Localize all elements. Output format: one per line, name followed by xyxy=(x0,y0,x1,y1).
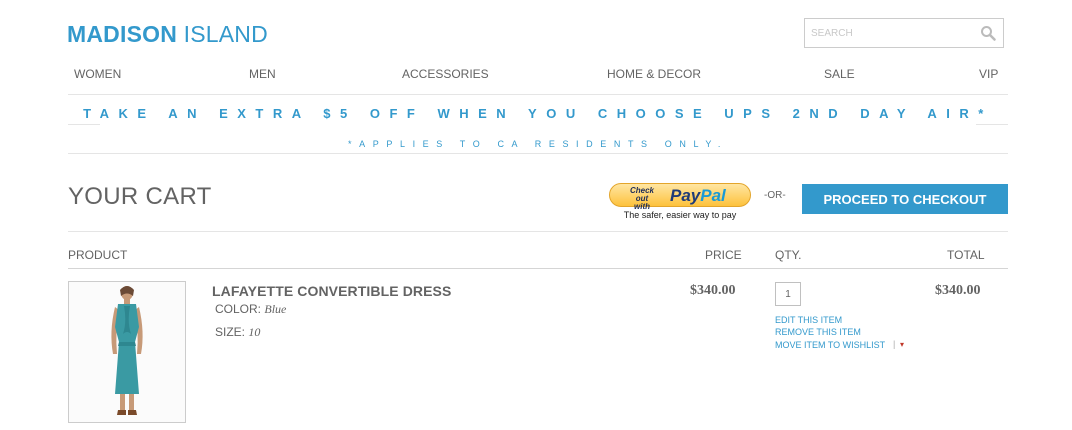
wishlist-dropdown-icon[interactable]: ▾ xyxy=(900,340,904,349)
promo-divider xyxy=(68,153,1008,154)
nav-item-sale[interactable]: SALE xyxy=(824,67,855,81)
search-box xyxy=(804,18,1004,48)
main-nav: WOMEN MEN ACCESSORIES HOME & DECOR SALE … xyxy=(68,67,1008,83)
nav-item-women[interactable]: WOMEN xyxy=(74,67,121,81)
item-total: $340.00 xyxy=(935,283,981,298)
search-icon[interactable] xyxy=(980,25,996,41)
paypal-checkout-button[interactable]: Check out with PayPal xyxy=(609,183,751,211)
page-title: YOUR CART xyxy=(68,183,212,210)
size-value: 10 xyxy=(248,325,261,339)
item-price: $340.00 xyxy=(690,283,736,298)
product-name-link[interactable]: LAFAYETTE CONVERTIBLE DRESS xyxy=(212,283,451,299)
paypal-checkout: Check out with PayPal The safer, easier … xyxy=(609,183,751,221)
paypal-logo: PayPal xyxy=(670,186,726,206)
paypal-logo-pal: Pal xyxy=(700,186,726,205)
paypal-checkout-text: Check out with xyxy=(624,187,660,211)
product-image[interactable] xyxy=(68,281,186,423)
dress-image xyxy=(69,282,185,422)
quantity-input[interactable] xyxy=(775,282,801,306)
column-header-total: TOTAL xyxy=(947,248,985,262)
or-label: -OR- xyxy=(764,190,786,201)
paypal-checkout-line1: Check out xyxy=(629,186,654,203)
size-label: SIZE: xyxy=(215,325,246,339)
promo-subline: *APPLIES TO CA RESIDENTS ONLY. xyxy=(348,139,728,149)
promo-rule-right xyxy=(976,124,1008,125)
search-input[interactable] xyxy=(805,19,971,47)
nav-item-accessories[interactable]: ACCESSORIES xyxy=(402,67,489,81)
promo-rule-left xyxy=(68,124,100,125)
paypal-logo-pay: Pay xyxy=(670,186,701,205)
site-logo[interactable]: MADISON ISLAND xyxy=(67,21,268,48)
remove-item-link[interactable]: REMOVE THIS ITEM xyxy=(775,327,861,337)
cart-header-divider xyxy=(68,231,1008,232)
nav-item-home-decor[interactable]: HOME & DECOR xyxy=(607,67,701,81)
column-header-qty: QTY. xyxy=(775,248,802,262)
move-to-wishlist-link[interactable]: MOVE ITEM TO WISHLIST xyxy=(775,340,885,350)
product-option-size: SIZE: 10 xyxy=(215,325,260,340)
logo-bold-text: MADISON xyxy=(67,21,178,47)
edit-item-link[interactable]: EDIT THIS ITEM xyxy=(775,315,842,325)
promo-headline: TAKE AN EXTRA $5 OFF WHEN YOU CHOOSE UPS… xyxy=(83,106,993,121)
nav-item-men[interactable]: MEN xyxy=(249,67,276,81)
column-header-price: PRICE xyxy=(705,248,742,262)
proceed-to-checkout-button[interactable]: PROCEED TO CHECKOUT xyxy=(802,184,1008,214)
logo-light-text: ISLAND xyxy=(177,21,268,47)
color-value: Blue xyxy=(264,302,287,316)
nav-item-vip[interactable]: VIP xyxy=(979,67,998,81)
column-header-product: PRODUCT xyxy=(68,248,128,262)
wishlist-separator: | xyxy=(893,339,896,349)
paypal-tagline: The safer, easier way to pay xyxy=(623,210,737,220)
table-header-divider xyxy=(68,268,1008,269)
nav-divider xyxy=(68,94,1008,95)
product-option-color: COLOR: Blue xyxy=(215,302,286,317)
color-label: COLOR: xyxy=(215,302,262,316)
